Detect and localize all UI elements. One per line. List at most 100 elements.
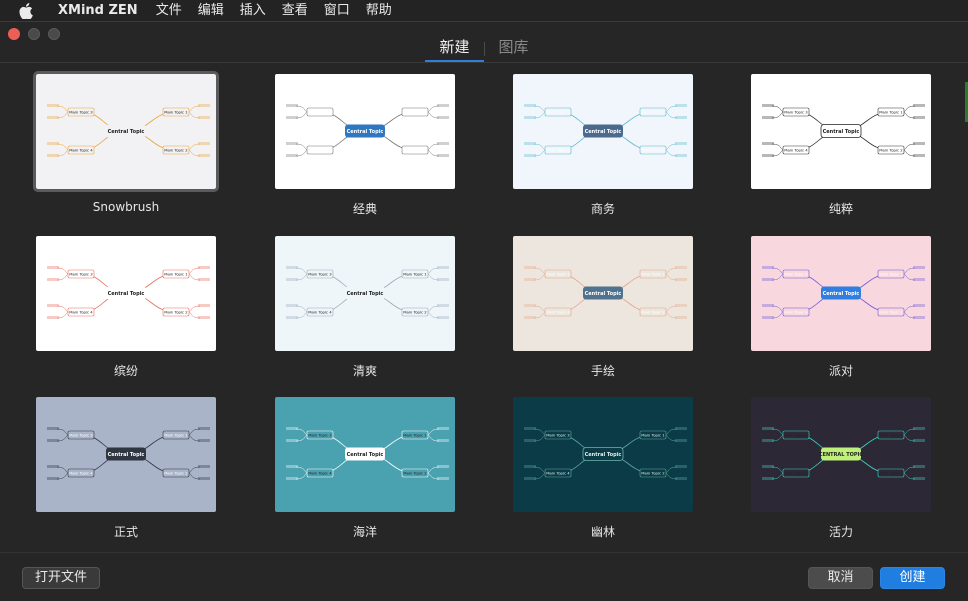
central-topic-text: Central Topic [585,291,622,297]
template-thumbnail[interactable]: Main Topic 3 Main Topic 1 Main Topic 4 Main… [513,74,693,189]
template-thumbnail[interactable]: Main Topic 3 Main Topic 1 Main Topic 4 Main… [751,236,931,351]
main-topic-text: Main Topic 2 [879,471,903,476]
main-topic-text: Main Topic 1 [403,433,427,438]
template-card[interactable]: Main Topic 3 Main Topic 1 Main Topic 4 Main… [513,236,693,379]
tab-gallery[interactable]: 图库 [485,36,543,62]
footer-divider [0,552,968,553]
main-topic-text: Main Topic 4 [784,471,808,476]
template-label: 经典 [352,202,377,216]
template-card[interactable]: Main Topic 3 Main Topic 1 Main Topic 4 Main… [36,397,216,540]
mindmap-preview: Main Topic 3 Main Topic 1 Main Topic 4 Main… [275,397,455,512]
template-thumbnail[interactable]: Main Topic 3 Main Topic 1 Main Topic 4 Main… [33,71,219,192]
central-topic-text: CENTRAL TOPIC [819,452,864,458]
main-topic-text: Main Topic 3 [69,110,93,115]
central-topic-text: Central Topic [108,452,145,458]
central-topic-text: Central Topic [823,129,860,135]
main-topic-text: Main Topic 3 [784,433,808,438]
mindmap-preview: Main Topic 3 Main Topic 1 Main Topic 4 Main… [275,236,455,351]
main-topic-text: Main Topic 2 [164,471,188,476]
main-topic-text: Main Topic 4 [784,148,808,153]
main-topic-text: Main Topic 3 [546,272,570,277]
template-card[interactable]: Main Topic 3 Main Topic 1 Main Topic 4 Main… [751,236,931,379]
main-topic-text: Main Topic 3 [546,110,570,115]
template-label: 缤纷 [113,364,138,378]
create-button[interactable]: 创建 [880,567,945,589]
main-topic-text: Main Topic 3 [546,433,570,438]
template-card[interactable]: Main Topic 3 Main Topic 1 Main Topic 4 Main… [513,74,693,217]
template-card[interactable]: Main Topic 3 Main Topic 1 Main Topic 4 Main… [275,74,455,217]
open-file-button[interactable]: 打开文件 [22,567,100,589]
template-card[interactable]: Main Topic 3 Main Topic 1 Main Topic 4 Main… [751,397,931,540]
mindmap-preview: Main Topic 3 Main Topic 1 Main Topic 4 Main… [513,236,693,351]
template-thumbnail[interactable]: Main Topic 3 Main Topic 1 Main Topic 4 Main… [36,397,216,512]
template-card[interactable]: Main Topic 3 Main Topic 1 Main Topic 4 Main… [36,236,216,379]
main-topic-text: Main Topic 3 [784,272,808,277]
menu-window[interactable]: 窗口 [316,0,358,21]
tab-new[interactable]: 新建 [425,36,484,62]
main-topic-text: Main Topic 1 [879,110,903,115]
main-topic-text: Main Topic 1 [879,433,903,438]
central-topic-text: Central Topic [108,291,145,297]
main-topic-text: Main Topic 4 [546,310,570,315]
main-topic-text: Main Topic 1 [879,272,903,277]
main-topic-text: Main Topic 4 [546,471,570,476]
central-topic-text: Central Topic [585,129,622,135]
main-topic-text: Main Topic 3 [308,110,332,115]
main-topic-text: Main Topic 3 [784,110,808,115]
main-topic-text: Main Topic 2 [403,148,427,153]
main-topic-text: Main Topic 1 [164,272,188,277]
main-topic-text: Main Topic 3 [69,272,93,277]
template-thumbnail[interactable]: Main Topic 3 Main Topic 1 Main Topic 4 Main… [36,236,216,351]
template-thumbnail[interactable]: Main Topic 3 Main Topic 1 Main Topic 4 Main… [513,236,693,351]
cancel-button[interactable]: 取消 [808,567,873,589]
template-card[interactable]: Main Topic 3 Main Topic 1 Main Topic 4 Main… [513,397,693,540]
template-card[interactable]: Main Topic 3 Main Topic 1 Main Topic 4 Main… [275,236,455,379]
central-topic-text: Central Topic [585,452,622,458]
template-thumbnail[interactable]: Main Topic 3 Main Topic 1 Main Topic 4 Main… [751,74,931,189]
tab-bar: 新建 图库 [0,36,968,62]
template-card[interactable]: Main Topic 3 Main Topic 1 Main Topic 4 Main… [275,397,455,540]
template-thumbnail[interactable]: Main Topic 3 Main Topic 1 Main Topic 4 Main… [275,74,455,189]
main-topic-text: Main Topic 4 [308,148,332,153]
menu-view[interactable]: 查看 [274,0,316,21]
main-topic-text: Main Topic 2 [879,310,903,315]
central-topic-text: Central Topic [347,452,384,458]
apple-icon[interactable] [16,1,36,21]
template-label: 清爽 [352,364,377,378]
template-thumbnail[interactable]: Main Topic 3 Main Topic 1 Main Topic 4 Main… [751,397,931,512]
main-topic-text: Main Topic 4 [69,148,93,153]
mindmap-preview: Main Topic 3 Main Topic 1 Main Topic 4 Main… [513,74,693,189]
main-topic-text: Main Topic 4 [308,471,332,476]
main-topic-text: Main Topic 3 [308,272,332,277]
template-thumbnail[interactable]: Main Topic 3 Main Topic 1 Main Topic 4 Main… [275,236,455,351]
header-divider [0,62,968,63]
mindmap-preview: Main Topic 3 Main Topic 1 Main Topic 4 Main… [751,74,931,189]
main-topic-text: Main Topic 2 [164,148,188,153]
app-name-menu[interactable]: XMind ZEN [46,0,148,21]
main-topic-text: Main Topic 1 [403,110,427,115]
template-label: 手绘 [590,364,615,378]
mindmap-preview: Main Topic 3 Main Topic 1 Main Topic 4 Main… [36,397,216,512]
main-topic-text: Main Topic 1 [641,110,665,115]
main-topic-text: Main Topic 2 [641,148,665,153]
central-topic-text: Central Topic [347,129,384,135]
central-topic-text: Central Topic [108,129,145,135]
main-topic-text: Main Topic 1 [164,110,188,115]
template-card[interactable]: Main Topic 3 Main Topic 1 Main Topic 4 Main… [751,74,931,217]
template-thumbnail[interactable]: Main Topic 3 Main Topic 1 Main Topic 4 Main… [513,397,693,512]
mindmap-preview: Main Topic 3 Main Topic 1 Main Topic 4 Main… [513,397,693,512]
template-label: 商务 [590,202,615,216]
template-label: 正式 [113,525,138,539]
template-card[interactable]: Main Topic 3 Main Topic 1 Main Topic 4 Main… [33,71,219,214]
template-label: 纯粹 [828,202,853,216]
template-label: 幽林 [590,525,615,539]
template-thumbnail[interactable]: Main Topic 3 Main Topic 1 Main Topic 4 Main… [275,397,455,512]
menu-file[interactable]: 文件 [148,0,190,21]
template-label: 派对 [828,364,853,378]
menu-help[interactable]: 帮助 [358,0,400,21]
menu-insert[interactable]: 插入 [232,0,274,21]
main-topic-text: Main Topic 2 [164,310,188,315]
menu-edit[interactable]: 编辑 [190,0,232,21]
main-topic-text: Main Topic 3 [69,433,93,438]
main-topic-text: Main Topic 4 [784,310,808,315]
